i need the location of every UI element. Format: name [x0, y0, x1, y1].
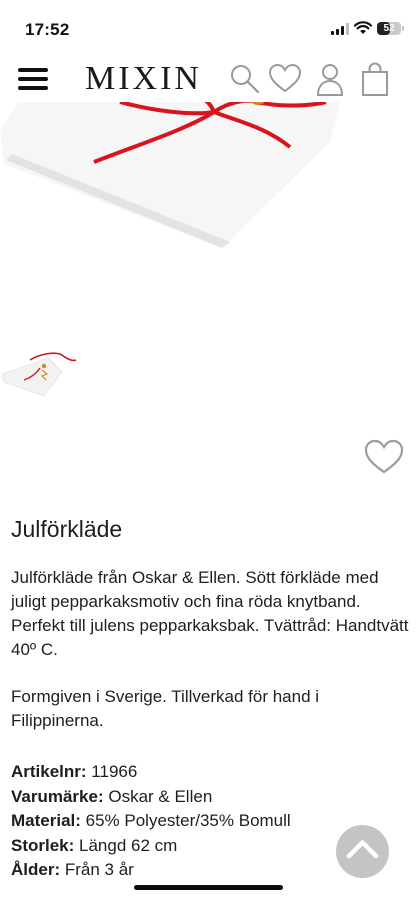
site-logo[interactable]: MIXIN: [85, 60, 202, 98]
spec-label: Artikelnr:: [11, 762, 87, 781]
spec-label: Storlek:: [11, 835, 75, 855]
spec-value: 65% Polyester/35% Bomull: [80, 811, 291, 830]
battery-tip: [402, 26, 404, 31]
menu-icon[interactable]: [18, 68, 48, 90]
spec-label: Ålder:: [11, 860, 61, 879]
product-origin: Formgiven i Sverige. Tillverkad för hand…: [11, 687, 320, 730]
user-icon[interactable]: [313, 62, 347, 96]
spec-value: Oskar & Ellen: [103, 786, 213, 806]
battery-icon: 52: [377, 22, 401, 35]
home-indicator[interactable]: [134, 885, 283, 890]
spec-label: Material:: [11, 811, 81, 830]
search-icon[interactable]: [228, 62, 262, 96]
spec-brand: Varumärke: Oskar & Ellen: [11, 785, 411, 810]
shopping-bag-icon[interactable]: [358, 62, 392, 96]
wifi-icon: [354, 21, 372, 34]
chevron-up-icon: [346, 840, 379, 859]
status-bar: 17:52 52: [0, 0, 416, 56]
site-header: MIXIN: [0, 56, 416, 103]
signal-icon: [331, 23, 349, 35]
spec-value: Längd 62 cm: [74, 835, 178, 855]
spec-value: 11966: [86, 762, 138, 781]
status-time: 17:52: [25, 20, 70, 39]
heart-icon[interactable]: [268, 62, 302, 96]
spec-label: Varumärke:: [11, 786, 104, 806]
spec-article-number: Artikelnr: 11966: [11, 760, 411, 785]
product-thumbnail[interactable]: [0, 350, 82, 398]
product-description: Julförkläde från Oskar & Ellen. Sött för…: [11, 568, 409, 659]
wishlist-heart-icon[interactable]: [364, 438, 404, 476]
product-title: Julförkläde: [11, 516, 123, 542]
battery-percent: 52: [383, 23, 395, 34]
spec-value: Från 3 år: [60, 860, 134, 879]
scroll-to-top-button[interactable]: [336, 825, 389, 878]
product-image[interactable]: [0, 102, 416, 302]
